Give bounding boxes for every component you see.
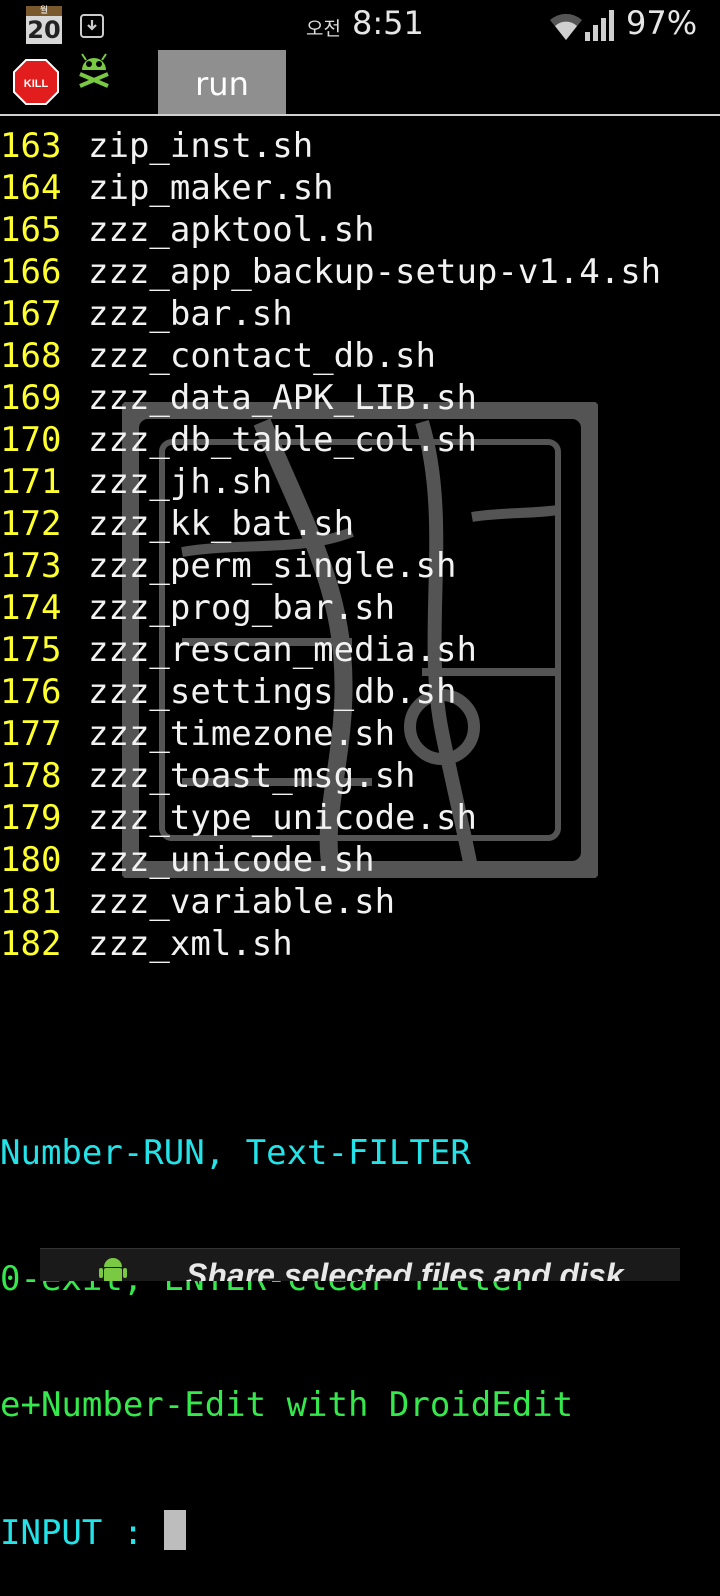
list-item[interactable]: 176 zzz_settings_db.sh — [0, 671, 720, 713]
item-filename: zzz_db_table_col.sh — [88, 420, 477, 460]
item-number: 178 — [0, 756, 62, 796]
item-number: 163 — [0, 126, 62, 166]
battery-level: 97% — [626, 4, 698, 42]
item-number: 168 — [0, 336, 62, 376]
script-list: 163 zip_inst.sh 164 zip_maker.sh 165 zzz_ap… — [0, 125, 720, 965]
list-item[interactable]: 163 zip_inst.sh — [0, 125, 720, 167]
item-filename: zzz_data_APK_LIB.sh — [88, 378, 477, 418]
clock-ampm: 오전 — [306, 18, 341, 40]
item-number: 167 — [0, 294, 62, 334]
item-filename: zzz_perm_single.sh — [88, 546, 457, 586]
list-item[interactable]: 168 zzz_contact_db.sh — [0, 335, 720, 377]
android-skull-icon[interactable] — [76, 52, 112, 88]
clock-time: 8:51 — [352, 4, 424, 42]
item-filename: zzz_rescan_media.sh — [88, 630, 477, 670]
item-filename: zzz_jh.sh — [88, 462, 273, 502]
item-number: 176 — [0, 672, 62, 712]
item-filename: zzz_bar.sh — [88, 294, 293, 334]
item-filename: zzz_timezone.sh — [88, 714, 396, 754]
item-filename: zzz_app_backup-setup-v1.4.sh — [88, 252, 662, 292]
signal-icon — [585, 10, 614, 41]
list-item[interactable]: 178 zzz_toast_msg.sh — [0, 755, 720, 797]
item-filename: zip_maker.sh — [88, 168, 334, 208]
list-item[interactable]: 182 zzz_xml.sh — [0, 923, 720, 965]
prompt-help-edit: e+Number-Edit with DroidEdit — [0, 1385, 574, 1425]
item-filename: zzz_toast_msg.sh — [88, 756, 416, 796]
input-line[interactable]: INPUT : — [0, 1510, 720, 1554]
item-number: 181 — [0, 882, 62, 922]
toolbar-divider — [0, 114, 720, 116]
item-number: 174 — [0, 588, 62, 628]
banner-text: Share selected files and disk — [186, 1257, 624, 1281]
download-icon — [80, 14, 104, 38]
item-filename: zzz_prog_bar.sh — [88, 588, 396, 628]
list-item[interactable]: 174 zzz_prog_bar.sh — [0, 587, 720, 629]
calendar-day: 20 — [26, 16, 62, 44]
item-number: 171 — [0, 462, 62, 502]
ad-banner[interactable]: Share selected files and disk — [40, 1248, 680, 1281]
list-item[interactable]: 169 zzz_data_APK_LIB.sh — [0, 377, 720, 419]
item-number: 165 — [0, 210, 62, 250]
item-number: 169 — [0, 378, 62, 418]
item-number: 179 — [0, 798, 62, 838]
wifi-icon — [550, 13, 582, 40]
item-filename: zzz_contact_db.sh — [88, 336, 436, 376]
item-number: 166 — [0, 252, 62, 292]
item-filename: zzz_variable.sh — [88, 882, 396, 922]
input-label: INPUT : — [0, 1513, 164, 1553]
item-number: 182 — [0, 924, 62, 964]
item-number: 164 — [0, 168, 62, 208]
item-number: 170 — [0, 420, 62, 460]
item-filename: zzz_settings_db.sh — [88, 672, 457, 712]
kill-button[interactable]: KILL — [12, 58, 60, 106]
status-bar: 월 20 오전 8:51 97% — [0, 0, 720, 50]
list-item[interactable]: 165 zzz_apktool.sh — [0, 209, 720, 251]
item-number: 172 — [0, 504, 62, 544]
list-item[interactable]: 167 zzz_bar.sh — [0, 293, 720, 335]
list-item[interactable]: 164 zip_maker.sh — [0, 167, 720, 209]
list-item[interactable]: 173 zzz_perm_single.sh — [0, 545, 720, 587]
item-filename: zzz_unicode.sh — [88, 840, 375, 880]
text-cursor[interactable] — [163, 1510, 186, 1550]
tab-run[interactable]: run — [158, 50, 286, 114]
list-item[interactable]: 181 zzz_variable.sh — [0, 881, 720, 923]
item-filename: zip_inst.sh — [88, 126, 314, 166]
kill-label: KILL — [24, 78, 49, 90]
list-item[interactable]: 175 zzz_rescan_media.sh — [0, 629, 720, 671]
android-icon — [99, 1258, 127, 1281]
list-item[interactable]: 170 zzz_db_table_col.sh — [0, 419, 720, 461]
calendar-icon: 월 20 — [26, 6, 62, 44]
list-item[interactable]: 171 zzz_jh.sh — [0, 461, 720, 503]
list-item[interactable]: 180 zzz_unicode.sh — [0, 839, 720, 881]
item-number: 173 — [0, 546, 62, 586]
item-number: 180 — [0, 840, 62, 880]
list-item[interactable]: 179 zzz_type_unicode.sh — [0, 797, 720, 839]
terminal-prompt: Number-RUN, Text-FILTER 0-exit, ENTER-cl… — [0, 1048, 720, 1596]
item-filename: zzz_kk_bat.sh — [88, 504, 355, 544]
item-filename: zzz_xml.sh — [88, 924, 293, 964]
prompt-help-run: Number-RUN, Text-FILTER — [0, 1133, 471, 1173]
list-item[interactable]: 166 zzz_app_backup-setup-v1.4.sh — [0, 251, 720, 293]
item-filename: zzz_type_unicode.sh — [88, 798, 477, 838]
item-number: 175 — [0, 630, 62, 670]
item-filename: zzz_apktool.sh — [88, 210, 375, 250]
item-number: 177 — [0, 714, 62, 754]
list-item[interactable]: 177 zzz_timezone.sh — [0, 713, 720, 755]
list-item[interactable]: 172 zzz_kk_bat.sh — [0, 503, 720, 545]
